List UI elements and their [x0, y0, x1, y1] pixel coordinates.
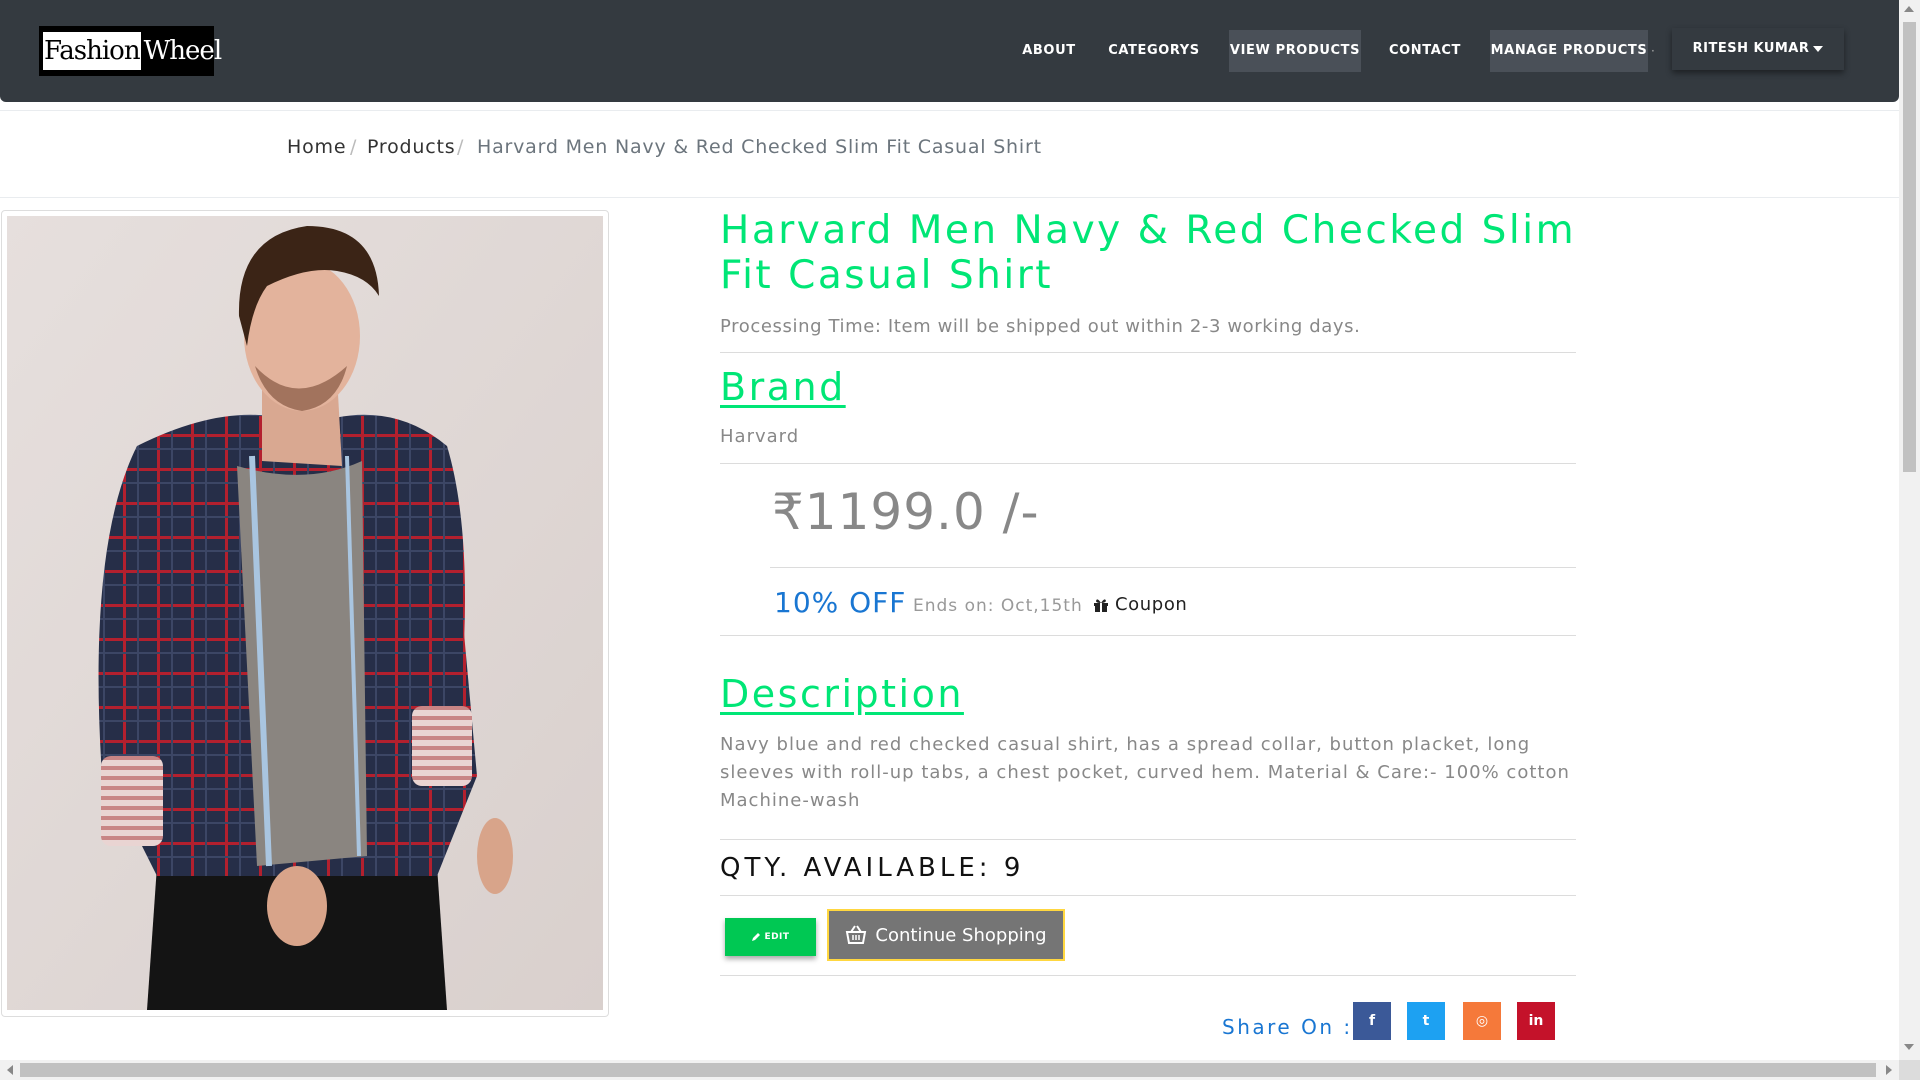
breadcrumb-separator: / [350, 136, 358, 158]
processing-time: Processing Time: Item will be shipped ou… [720, 316, 1361, 337]
logo-text-fashion: Fashion [43, 32, 141, 70]
continue-shopping-button[interactable]: Continue Shopping [827, 909, 1065, 961]
nav-contact[interactable]: CONTACT [1384, 30, 1466, 72]
user-name: RITESH KUMAR [1692, 41, 1810, 56]
nav-about[interactable]: ABOUT [1016, 30, 1082, 72]
divider [720, 975, 1576, 976]
user-dropdown[interactable]: RITESH KUMAR [1672, 28, 1844, 70]
nav-categorys[interactable]: CATEGORYS [1106, 30, 1202, 72]
vertical-scroll-thumb[interactable] [1903, 22, 1916, 472]
product-title: Harvard Men Navy & Red Checked Slim Fit … [720, 208, 1577, 298]
product-price: ₹1199.0 /- [772, 483, 1040, 541]
quantity-available: QTY. AVAILABLE: 9 [720, 853, 1025, 883]
linkedin-share-button[interactable]: in [1517, 1002, 1555, 1040]
divider [720, 352, 1576, 353]
discount-badge: 10% OFF [774, 586, 907, 619]
brand-value: Harvard [720, 426, 800, 447]
breadcrumb-separator: / [457, 136, 465, 158]
divider [720, 635, 1576, 636]
divider [720, 463, 1576, 464]
brand-heading: Brand [720, 365, 846, 409]
linkedin-icon: in [1528, 1013, 1544, 1029]
pencil-icon [752, 933, 761, 941]
product-image [7, 216, 603, 1010]
facebook-share-button[interactable]: f [1353, 1002, 1391, 1040]
brand-logo[interactable]: Fashion Wheel [39, 26, 222, 76]
scroll-left-arrow-icon[interactable] [7, 1065, 13, 1075]
nav-manage-products[interactable]: MANAGE PRODUCTS [1490, 30, 1648, 72]
breadcrumb-current: Harvard Men Navy & Red Checked Slim Fit … [477, 136, 1042, 158]
breadcrumb-home[interactable]: Home [287, 136, 346, 158]
edit-label: EDIT [764, 932, 790, 942]
logo-text-wheel: Wheel [143, 36, 223, 66]
coupon-label: Coupon [1115, 594, 1188, 615]
gift-icon [1094, 598, 1108, 612]
divider [720, 839, 1576, 840]
nav-view-products[interactable]: VIEW PRODUCTS [1229, 30, 1361, 72]
scrollbar-corner [1899, 1060, 1920, 1080]
horizontal-scroll-thumb[interactable] [20, 1063, 1876, 1077]
divider [770, 567, 1576, 568]
twitter-share-button[interactable]: t [1407, 1002, 1445, 1040]
breadcrumb-products[interactable]: Products [367, 136, 455, 158]
coupon-link[interactable]: Coupon [1093, 594, 1187, 615]
top-navbar: Fashion Wheel ABOUT CATEGORYS VIEW PRODUC… [0, 0, 1899, 102]
scroll-up-arrow-icon[interactable] [1904, 6, 1914, 12]
scroll-right-arrow-icon[interactable] [1886, 1065, 1892, 1075]
nav-separator: · [1651, 44, 1655, 58]
product-description: Navy blue and red checked casual shirt, … [720, 734, 1570, 811]
divider [720, 895, 1576, 896]
instagram-icon: ◎ [1475, 1013, 1489, 1029]
share-label: Share On : [1222, 1015, 1353, 1039]
facebook-icon: f [1368, 1013, 1376, 1029]
product-image-frame [1, 210, 609, 1017]
basket-icon [846, 925, 867, 944]
description-heading: Description [720, 672, 964, 716]
offer-end-date: Ends on: Oct,15th [913, 596, 1083, 616]
edit-button[interactable]: EDIT [725, 918, 816, 956]
continue-label: Continue Shopping [875, 924, 1047, 946]
scroll-down-arrow-icon[interactable] [1904, 1044, 1914, 1050]
chevron-down-icon [1813, 45, 1824, 52]
twitter-icon: t [1422, 1013, 1430, 1029]
instagram-share-button[interactable]: ◎ [1463, 1002, 1501, 1040]
